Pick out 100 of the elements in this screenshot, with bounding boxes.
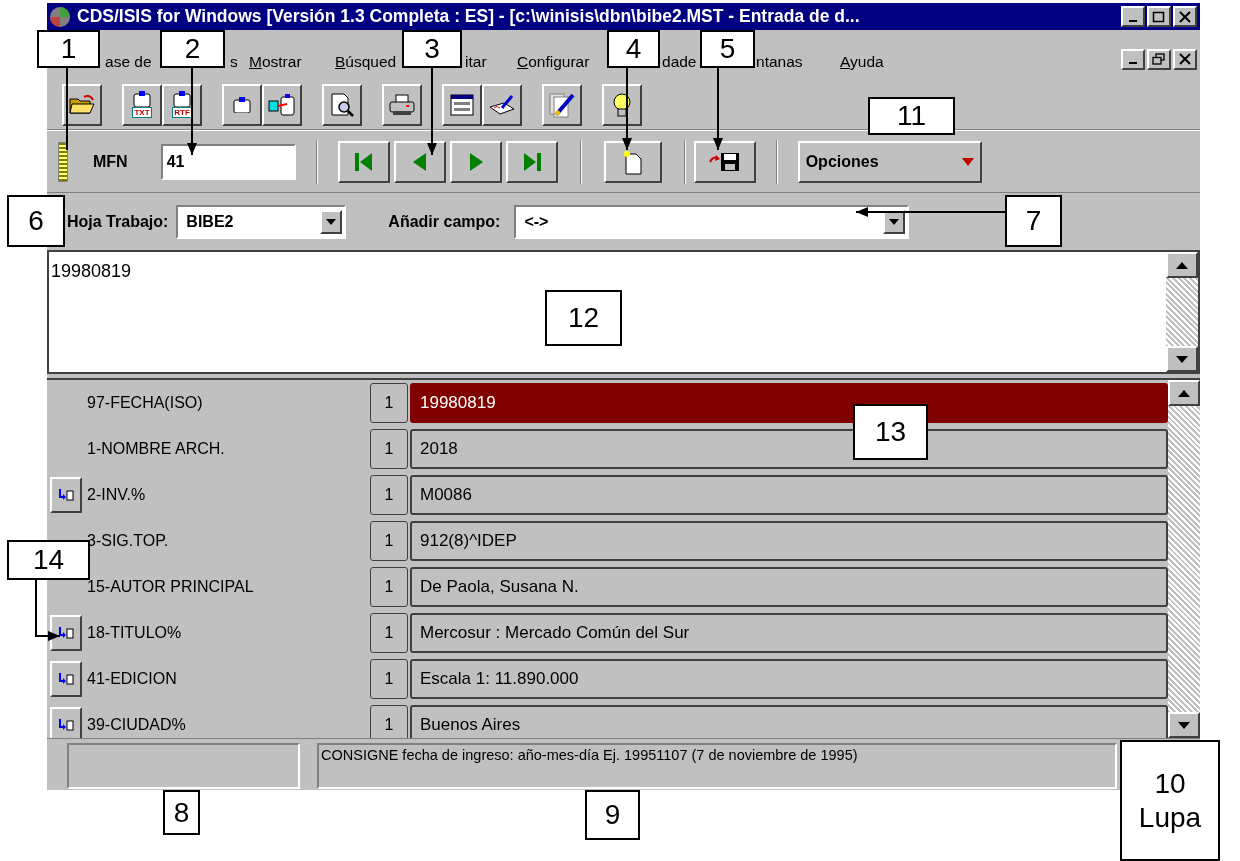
field-tag-label: 41-EDICION [86,669,178,689]
callout-number: 10 [1154,766,1186,801]
menu-item[interactable]: s [230,50,238,74]
menu-item[interactable]: Mostrar [249,50,302,74]
signature-button[interactable] [482,83,522,126]
scroll-up-icon[interactable] [1176,261,1188,269]
menu-item[interactable]: ntanas [756,50,803,74]
callout-number: 13 [853,404,928,460]
menu-item[interactable]: dade [662,50,697,74]
folder-icon [68,92,96,117]
callout-number: 14 [7,540,90,580]
field-tag-label: 1-NOMBRE ARCH. [86,439,226,459]
menu-item[interactable]: itar [465,50,487,74]
status-message: CONSIGNE fecha de ingreso: año-mes-día Ej. 19951107 (7 de noviembre de 1995) [317,743,1117,789]
clipboard-icon [231,96,253,113]
add-field-label: Añadir campo: [388,211,501,232]
menu-item[interactable]: Búsqued [335,50,397,74]
pencil-icon [548,90,576,119]
preview-button[interactable] [322,83,362,126]
window-title: CDS/ISIS for Windows [Versión 1.3 Completa : ES] - [c:\winisis\dbn\bibe2.MST - Entrada de d... [77,5,861,29]
callout-number: 3 [402,30,462,68]
field-button[interactable] [50,661,82,697]
maximize-button[interactable] [1147,6,1171,27]
last-record-button[interactable] [505,140,558,183]
occurrence-number: 1 [370,475,408,515]
new-record-button[interactable] [603,140,662,183]
worksheet-select[interactable]: BIBE2 [176,204,347,239]
scroll-down-icon[interactable] [1178,721,1190,729]
lightbulb-icon [610,90,634,119]
callout-number: 9 [585,790,640,840]
field-value[interactable]: Mercosur : Mercado Común del Sur [410,613,1168,653]
occurrence-number: 1 [370,521,408,561]
scroll-down-icon[interactable] [1176,355,1188,363]
link-page-icon [57,626,75,640]
close-button[interactable] [1173,6,1197,27]
field-button[interactable] [50,615,82,651]
previous-record-button[interactable] [393,140,446,183]
restore-icon [1152,53,1166,65]
preview-icon [329,91,355,118]
link-page-icon [57,718,75,732]
save-button[interactable] [693,140,756,183]
field-tag-label: 97-FECHA(ISO) [86,393,204,413]
menu-item[interactable]: Configurar [517,50,590,74]
open-button[interactable] [62,83,102,126]
field-tag-label: 15-AUTOR PRINCIPAL [86,577,255,597]
scroll-up-icon[interactable] [1178,389,1190,397]
field-value[interactable]: 19980819 [410,383,1168,423]
field-value[interactable]: De Paola, Susana N. [410,567,1168,607]
occurrence-number: 1 [370,383,408,423]
mfn-label: MFN [93,151,128,172]
occurrence-number: 1 [370,429,408,469]
mfn-field[interactable]: 41 [160,143,296,180]
occurrence-number: 1 [370,705,408,738]
occurrence-number: 1 [370,659,408,699]
menu-item[interactable]: ase de [105,50,152,74]
field-tag-label: 2-INV.% [86,485,147,505]
close-button[interactable] [1173,48,1197,70]
maximize-icon [1152,10,1166,23]
callout-number: 5 [700,30,755,68]
hint-button[interactable] [602,83,642,126]
field-value[interactable]: Escala 1: 11.890.000 [410,659,1168,699]
link-page-icon [57,488,75,502]
export-rtf-button[interactable]: RTF [162,83,202,126]
leader-arrow [35,579,61,641]
field-tag-label: 18-TITULO% [86,623,183,643]
field-value[interactable]: M0086 [410,475,1168,515]
callout-caption: Lupa [1138,800,1202,835]
minimize-button[interactable] [1121,48,1145,70]
callout-number: 7 [1005,195,1062,247]
edit-button[interactable] [542,83,582,126]
fields-scrollbar[interactable] [1168,380,1200,738]
toolbar-grip[interactable] [58,141,68,182]
copy-to-clipboard-button[interactable] [262,83,302,126]
minimize-button[interactable] [1121,6,1145,27]
export-txt-button[interactable]: TXT [122,83,162,126]
occurrence-number: 1 [370,613,408,653]
print-button[interactable] [382,83,422,126]
callout-number: 8 [163,790,200,835]
editor-scrollbar[interactable] [1166,252,1198,372]
minimize-icon [1129,19,1137,22]
menu-item[interactable]: Ayuda [840,50,884,74]
signature-icon [488,92,516,117]
worksheet-label: Hoja Trabajo: [67,211,169,232]
field-value[interactable]: 912(8)^IDEP [410,521,1168,561]
close-icon [1178,53,1192,65]
form-button[interactable] [442,83,482,126]
field-button[interactable] [50,477,82,513]
callout-number: 2 [160,30,225,68]
options-button[interactable]: Opciones [797,140,982,183]
form-icon [449,92,475,117]
next-record-button[interactable] [449,140,502,183]
field-button[interactable] [50,707,82,738]
add-field-select[interactable]: <-> [514,204,910,239]
callout-number: 4 [607,30,660,68]
first-record-button[interactable] [337,140,390,183]
restore-button[interactable] [1147,48,1171,70]
clipboard-button[interactable] [222,83,262,126]
callout-number: 11 [868,97,955,135]
editor-text[interactable]: 19980819 [51,261,132,281]
app-icon [49,5,71,28]
